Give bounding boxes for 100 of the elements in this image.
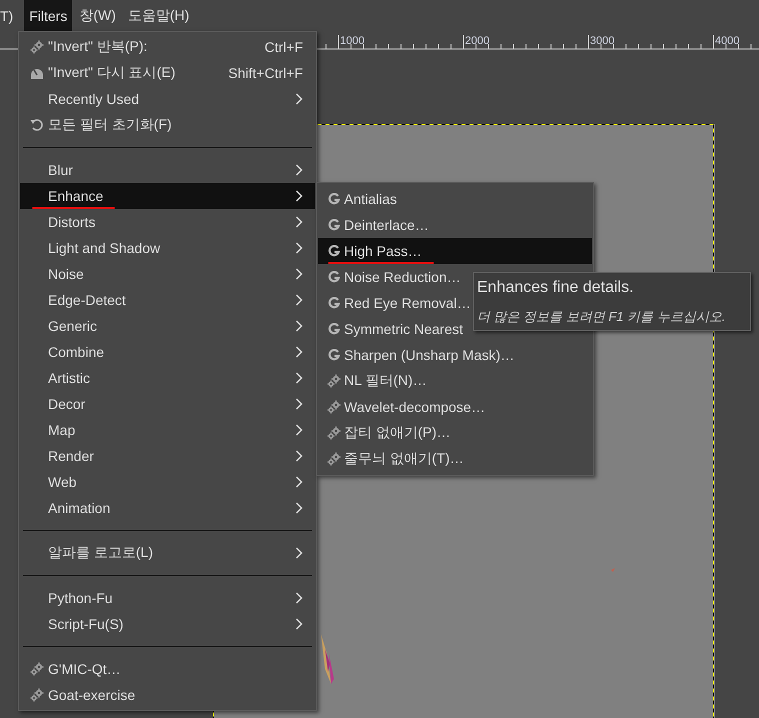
- menu-item[interactable]: NL 필터(N)…: [318, 368, 592, 394]
- menu-item-label: "Invert" 다시 표시(E): [48, 64, 176, 80]
- menu-item-label: Python-Fu: [48, 590, 113, 606]
- menu-item[interactable]: Noise: [20, 261, 315, 287]
- chevron-right-icon: [295, 592, 303, 604]
- chevron-right-icon: [295, 372, 303, 384]
- menu-item[interactable]: 알파를 로고로(L): [20, 540, 315, 566]
- menu-item-label: Combine: [48, 344, 104, 360]
- menu-item[interactable]: Decor: [20, 391, 315, 417]
- chevron-right-icon: [295, 618, 303, 630]
- menu-item-label: Web: [48, 474, 77, 490]
- menu-item[interactable]: Animation: [20, 495, 315, 521]
- menu-item-label: 잡티 없애기(P)…: [344, 424, 451, 440]
- chevron-right-icon: [295, 216, 303, 228]
- menu-item[interactable]: Artistic: [20, 365, 315, 391]
- menu-item-label: Generic: [48, 318, 98, 334]
- g-icon: [328, 349, 340, 361]
- menubar-item[interactable]: 창(W): [74, 0, 121, 32]
- shortcut-label: Shift+Ctrl+F: [228, 65, 303, 81]
- menu-item[interactable]: Generic: [20, 313, 315, 339]
- menu-item[interactable]: Enhance: [20, 183, 315, 209]
- g-icon: [328, 297, 340, 309]
- g-icon: [328, 323, 340, 335]
- chevron-right-icon: [295, 242, 303, 254]
- menu-item[interactable]: Python-Fu: [20, 585, 315, 611]
- menu-item-label: Artistic: [48, 370, 90, 386]
- tooltip-hint: 더 많은 정보를 보려면 F1 키를 누르십시오.: [477, 308, 726, 326]
- gears-icon: [327, 452, 341, 466]
- menu-item[interactable]: Map: [20, 417, 315, 443]
- chevron-right-icon: [295, 294, 303, 306]
- menu-item[interactable]: Wavelet-decompose…: [318, 394, 592, 420]
- chevron-right-icon: [295, 93, 303, 105]
- menu-item[interactable]: 줄무늬 없애기(T)…: [318, 446, 592, 472]
- menu-item-label: Sharpen (Unsharp Mask)…: [344, 347, 514, 363]
- menu-item-label: Noise Reduction…: [344, 269, 461, 285]
- chevron-right-icon: [295, 398, 303, 410]
- menu-item[interactable]: Sharpen (Unsharp Mask)…: [318, 342, 592, 368]
- menu-item[interactable]: Distorts: [20, 209, 315, 235]
- chevron-right-icon: [295, 502, 303, 514]
- menu-item-label: Antialias: [344, 191, 397, 207]
- gears-icon: [327, 400, 341, 414]
- gears-icon: [30, 688, 44, 702]
- menu-item-label: Recently Used: [48, 91, 140, 107]
- chevron-right-icon: [295, 190, 303, 202]
- gears-icon: [327, 426, 341, 440]
- menu-item-label: 줄무늬 없애기(T)…: [344, 450, 464, 466]
- menu-item[interactable]: High Pass…: [318, 238, 592, 264]
- chevron-right-icon: [295, 268, 303, 280]
- menu-item-label: Symmetric Nearest: [344, 321, 464, 337]
- g-icon: [328, 245, 340, 257]
- g-icon: [328, 271, 340, 283]
- menubar-item[interactable]: 도움말(H): [122, 0, 194, 32]
- menu-item-label: Render: [48, 448, 94, 464]
- menu-item-label: Wavelet-decompose…: [344, 399, 486, 415]
- menu-item[interactable]: Blur: [20, 157, 315, 183]
- menu-item-label: Animation: [48, 500, 110, 516]
- menu-item[interactable]: 잡티 없애기(P)…: [318, 420, 592, 446]
- chevron-right-icon: [295, 450, 303, 462]
- menu-item-label: 알파를 로고로(L): [48, 544, 153, 560]
- menubar-item[interactable]: Filters: [24, 0, 72, 32]
- chevron-right-icon: [295, 547, 303, 559]
- g-icon: [328, 193, 340, 205]
- menu-item[interactable]: G'MIC-Qt…: [20, 656, 315, 682]
- chevron-right-icon: [295, 346, 303, 358]
- menu-item-label: NL 필터(N)…: [344, 372, 427, 388]
- menu-item[interactable]: Antialias: [318, 186, 592, 212]
- menu-item[interactable]: Goat-exercise: [20, 682, 315, 708]
- chevron-right-icon: [295, 320, 303, 332]
- menu-item[interactable]: Combine: [20, 339, 315, 365]
- menu-item[interactable]: Recently Used: [20, 86, 315, 112]
- menu-item-label: Script-Fu(S): [48, 616, 124, 632]
- menu-item[interactable]: Web: [20, 469, 315, 495]
- menu-item[interactable]: Script-Fu(S): [20, 611, 315, 637]
- gears-icon: [30, 662, 44, 676]
- menu-item[interactable]: "Invert" 다시 표시(E) Shift+Ctrl+F: [20, 60, 315, 86]
- menu-item-label: Noise: [48, 266, 84, 282]
- dial-icon: [30, 66, 44, 80]
- gears-icon: [327, 374, 341, 388]
- menu-item[interactable]: Deinterlace…: [318, 212, 592, 238]
- menu-item-label: 모든 필터 초기화(F): [48, 116, 172, 132]
- menu-item-label: Edge-Detect: [48, 292, 126, 308]
- menu-item-label: Decor: [48, 396, 86, 412]
- g-icon: [328, 219, 340, 231]
- menu-item-label: Enhance: [48, 188, 104, 204]
- menu-item-label: G'MIC-Qt…: [48, 661, 121, 677]
- menu-item[interactable]: Render: [20, 443, 315, 469]
- menu-item[interactable]: 모든 필터 초기화(F): [20, 112, 315, 138]
- menu-item-label: Map: [48, 422, 76, 438]
- gears-icon: [30, 40, 44, 54]
- menu-item-label: Goat-exercise: [48, 687, 136, 703]
- menubar-item[interactable]: T): [0, 0, 18, 32]
- chevron-right-icon: [295, 476, 303, 488]
- chevron-right-icon: [295, 424, 303, 436]
- menu-item-label: Red Eye Removal…: [344, 295, 471, 311]
- tooltip-text: Enhances fine details.: [477, 278, 635, 298]
- reset-icon: [30, 118, 44, 132]
- menu-item-label: Distorts: [48, 214, 96, 230]
- menu-item-label: Deinterlace…: [344, 217, 429, 233]
- menu-item[interactable]: Light and Shadow: [20, 235, 315, 261]
- menu-item[interactable]: Edge-Detect: [20, 287, 315, 313]
